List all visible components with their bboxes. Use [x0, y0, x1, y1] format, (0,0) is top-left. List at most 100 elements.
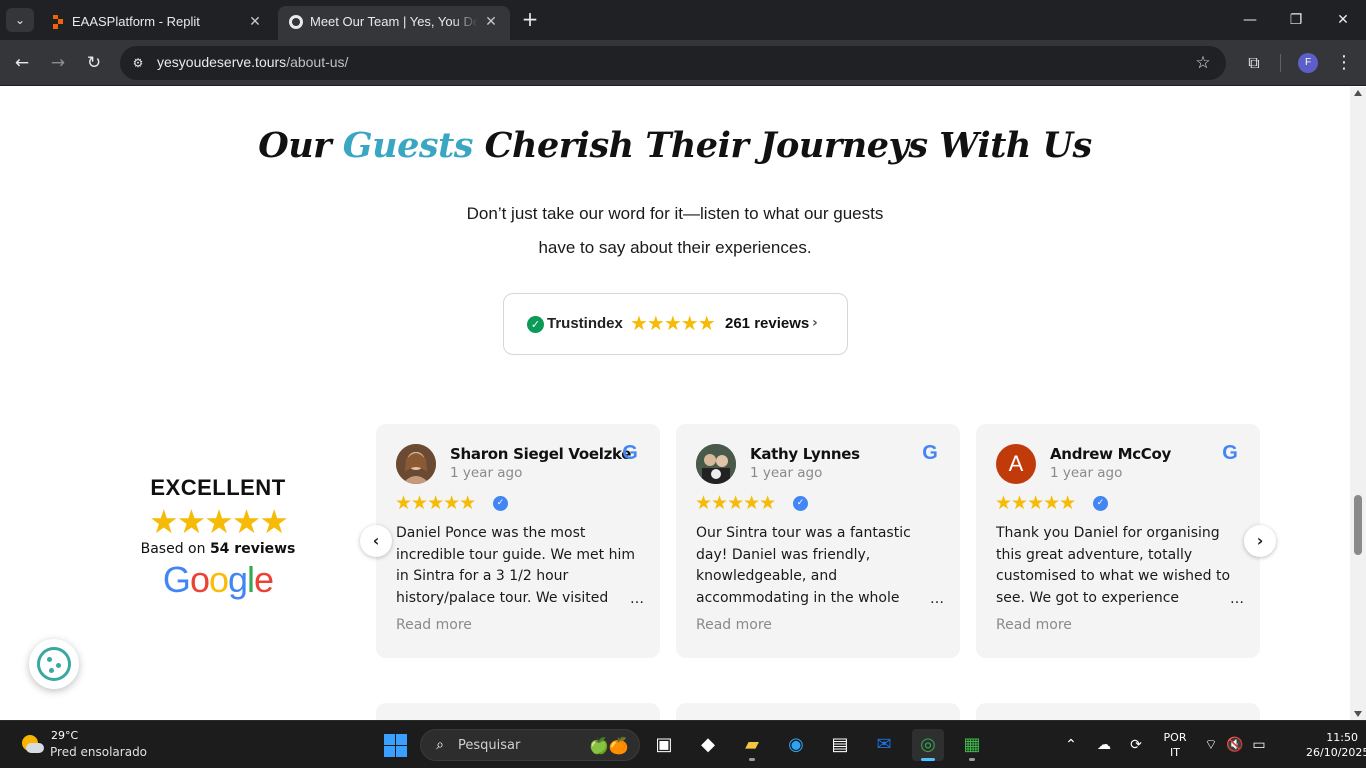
toolbar-divider: [1280, 54, 1281, 72]
read-more-link[interactable]: Read more: [696, 617, 772, 633]
avatar: [696, 444, 736, 484]
trustindex-stars: ★★★★★: [630, 311, 716, 335]
review-age: 1 year ago: [450, 465, 523, 481]
verified-badge-icon: ✓: [493, 496, 508, 511]
browser-toolbar: ← → ↻ ⚙ yesyoudeserve.tours/about-us/ ☆ …: [0, 40, 1366, 86]
tab-title: Meet Our Team | Yes, You Deserve: [310, 14, 478, 29]
tab-replit[interactable]: EAASPlatform - Replit ✕: [40, 6, 274, 40]
review-stars: ★★★★★: [995, 492, 1076, 514]
tab-meet-our-team[interactable]: Meet Our Team | Yes, You Deserve ✕: [278, 6, 510, 40]
carousel-prev-button[interactable]: ‹: [360, 525, 392, 557]
review-card: Kathy Lynnes 1 year ago G ★★★★★ ✓ Our Si…: [676, 424, 960, 658]
carousel-next-button[interactable]: ›: [1244, 525, 1276, 557]
notepad-app-icon[interactable]: ▦: [956, 729, 988, 761]
chrome-icon[interactable]: ◎: [912, 729, 944, 761]
tab-close-icon[interactable]: ✕: [482, 12, 500, 30]
google-g-icon: G: [922, 442, 938, 464]
weather-partly-sunny-icon[interactable]: [20, 733, 44, 755]
section-heading: Our Guests Cherish Their Journeys With U…: [0, 125, 1350, 166]
url-path: /about-us/: [286, 54, 349, 70]
cookie-icon: [37, 647, 71, 681]
review-card: [976, 703, 1260, 720]
m365-copilot-icon[interactable]: ◆: [692, 729, 724, 761]
search-placeholder: Pesquisar: [458, 738, 521, 753]
keyboard-layout: IT: [1170, 746, 1180, 759]
edge-browser-icon[interactable]: ◉: [780, 729, 812, 761]
battery-icon[interactable]: ▭: [1248, 733, 1270, 757]
avatar: A: [996, 444, 1036, 484]
weather-temperature[interactable]: 29°C: [51, 729, 78, 742]
avatar: [396, 444, 436, 484]
weather-description[interactable]: Pred ensolarado: [50, 745, 147, 759]
close-window-icon[interactable]: ✕: [1331, 8, 1355, 32]
restore-icon[interactable]: ❐: [1284, 8, 1308, 32]
sync-icon[interactable]: ⟳: [1124, 733, 1148, 757]
tab-search-button[interactable]: ⌄: [6, 8, 34, 32]
reviewer-name: Kathy Lynnes: [750, 445, 860, 463]
task-view-icon[interactable]: ▣: [648, 729, 680, 761]
heading-text: Our: [258, 125, 343, 166]
tray-overflow-chevron-icon[interactable]: ⌃: [1060, 733, 1082, 757]
clock-date: 26/10/2025: [1306, 746, 1366, 759]
microsoft-store-icon[interactable]: ▤: [824, 729, 856, 761]
speaker-muted-icon[interactable]: 🔇: [1224, 733, 1246, 757]
address-bar[interactable]: ⚙ yesyoudeserve.tours/about-us/ ☆: [120, 46, 1226, 80]
reviewer-photo-icon: [696, 444, 736, 484]
tab-close-icon[interactable]: ✕: [246, 12, 264, 30]
logo-letter: o: [208, 559, 229, 600]
page-scrollbar[interactable]: [1350, 87, 1366, 720]
forward-arrow-icon[interactable]: →: [46, 51, 70, 75]
cookie-chip: [49, 668, 54, 673]
review-card: Sharon Siegel Voelzke 1 year ago G ★★★★★…: [376, 424, 660, 658]
logo-letter: e: [254, 559, 274, 600]
address-url[interactable]: yesyoudeserve.tours/about-us/: [157, 54, 348, 70]
scroll-up-arrow-icon[interactable]: [1354, 90, 1362, 96]
review-text: Daniel Ponce was the most incredible tou…: [396, 523, 644, 611]
new-tab-button[interactable]: +: [518, 8, 542, 32]
review-stars: ★★★★★: [395, 492, 476, 514]
profile-avatar[interactable]: F: [1298, 53, 1318, 73]
reviewer-name: Sharon Siegel Voelzke: [450, 445, 632, 463]
system-clock[interactable]: 11:50 26/10/2025: [1306, 730, 1366, 760]
cookie-settings-button[interactable]: [29, 639, 79, 689]
trustindex-review-count: 261 reviews: [725, 315, 810, 332]
search-highlight-icon: 🍏🍊: [589, 736, 629, 755]
windows-start-icon[interactable]: [384, 734, 407, 757]
extensions-puzzle-icon[interactable]: ⧉: [1242, 51, 1266, 75]
trustindex-badge[interactable]: ✓ Trustindex ★★★★★ 261 reviews ›: [503, 293, 848, 355]
reviewer-photo-icon: [396, 444, 436, 484]
summary-stars: ★★★★★: [149, 502, 289, 541]
minimize-icon[interactable]: —: [1238, 8, 1262, 32]
cookie-chip: [47, 657, 52, 662]
bookmark-star-icon[interactable]: ☆: [1192, 52, 1214, 74]
logo-letter: g: [228, 559, 248, 600]
scroll-down-arrow-icon[interactable]: [1354, 711, 1362, 717]
review-text: Thank you Daniel for organising this gre…: [996, 523, 1244, 611]
outlook-icon[interactable]: ✉: [868, 729, 900, 761]
heading-text: Cherish Their Journeys With Us: [472, 125, 1093, 166]
site-favicon-icon: [289, 15, 303, 29]
file-explorer-icon[interactable]: ▰: [736, 729, 768, 761]
back-arrow-icon[interactable]: ←: [10, 51, 34, 75]
review-card: [376, 703, 660, 720]
verified-badge-icon: ✓: [793, 496, 808, 511]
web-page: Our Guests Cherish Their Journeys With U…: [0, 87, 1350, 720]
reload-icon[interactable]: ↻: [82, 51, 106, 75]
taskbar-search-box[interactable]: ⌕ Pesquisar 🍏🍊: [420, 729, 640, 761]
trustindex-brand: Trustindex: [547, 315, 623, 332]
rating-word: EXCELLENT: [150, 475, 286, 500]
review-age: 1 year ago: [1050, 465, 1123, 481]
read-more-link[interactable]: Read more: [396, 617, 472, 633]
tab-title: EAASPlatform - Replit: [72, 14, 200, 29]
onedrive-cloud-icon[interactable]: ☁: [1092, 733, 1116, 757]
review-card: [676, 703, 960, 720]
cookie-chip: [56, 663, 61, 668]
rating-summary: EXCELLENT ★★★★★ Based on 54 reviews Goog…: [118, 475, 318, 601]
scroll-thumb[interactable]: [1354, 495, 1362, 555]
based-count: 54 reviews: [209, 541, 296, 557]
language-indicator[interactable]: POR IT: [1160, 730, 1190, 760]
wifi-icon[interactable]: ⌔: [1200, 733, 1222, 757]
site-info-icon[interactable]: ⚙: [129, 54, 147, 72]
more-menu-icon[interactable]: ⋮: [1334, 51, 1354, 75]
read-more-link[interactable]: Read more: [996, 617, 1072, 633]
